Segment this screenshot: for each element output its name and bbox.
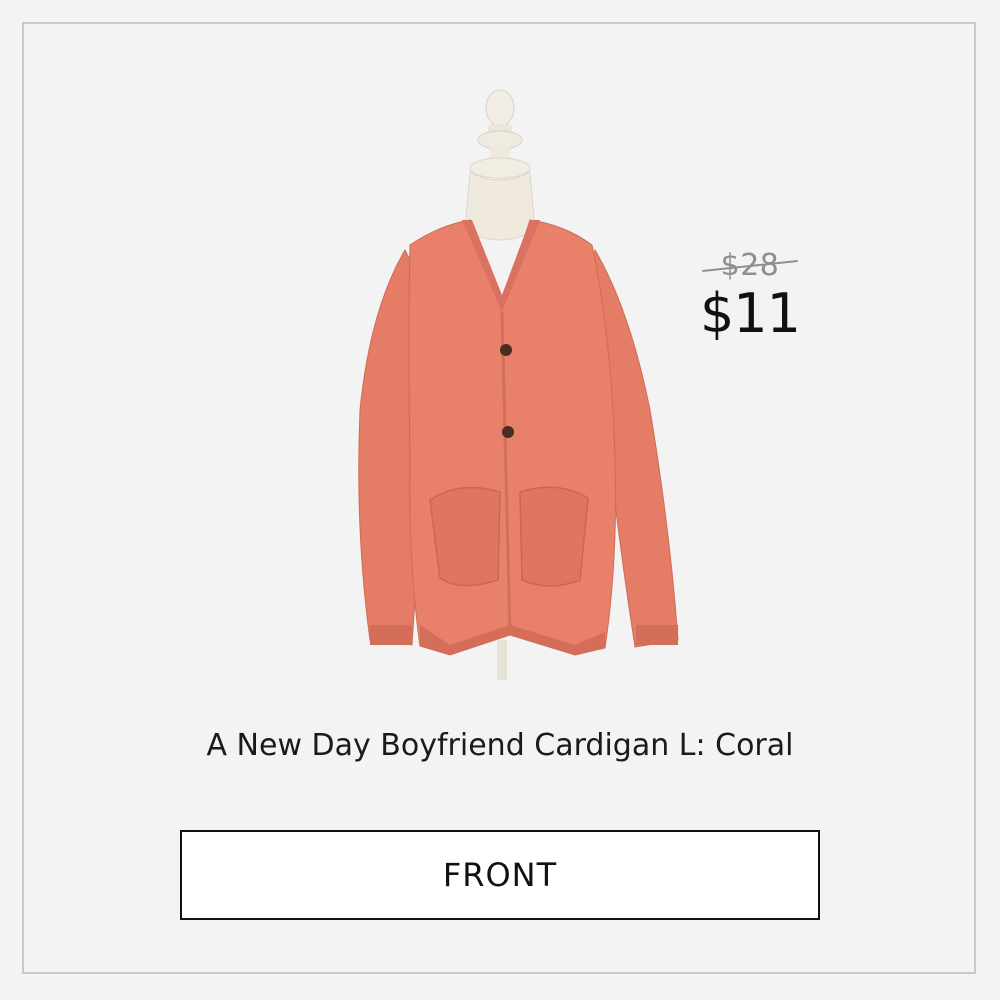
sale-price: $11 <box>699 282 801 345</box>
front-view-button[interactable]: FRONT <box>180 830 820 920</box>
cardigan <box>358 219 679 656</box>
product-photo <box>358 89 679 680</box>
product-title: A New Day Boyfriend Cardigan L: Coral <box>206 728 794 763</box>
